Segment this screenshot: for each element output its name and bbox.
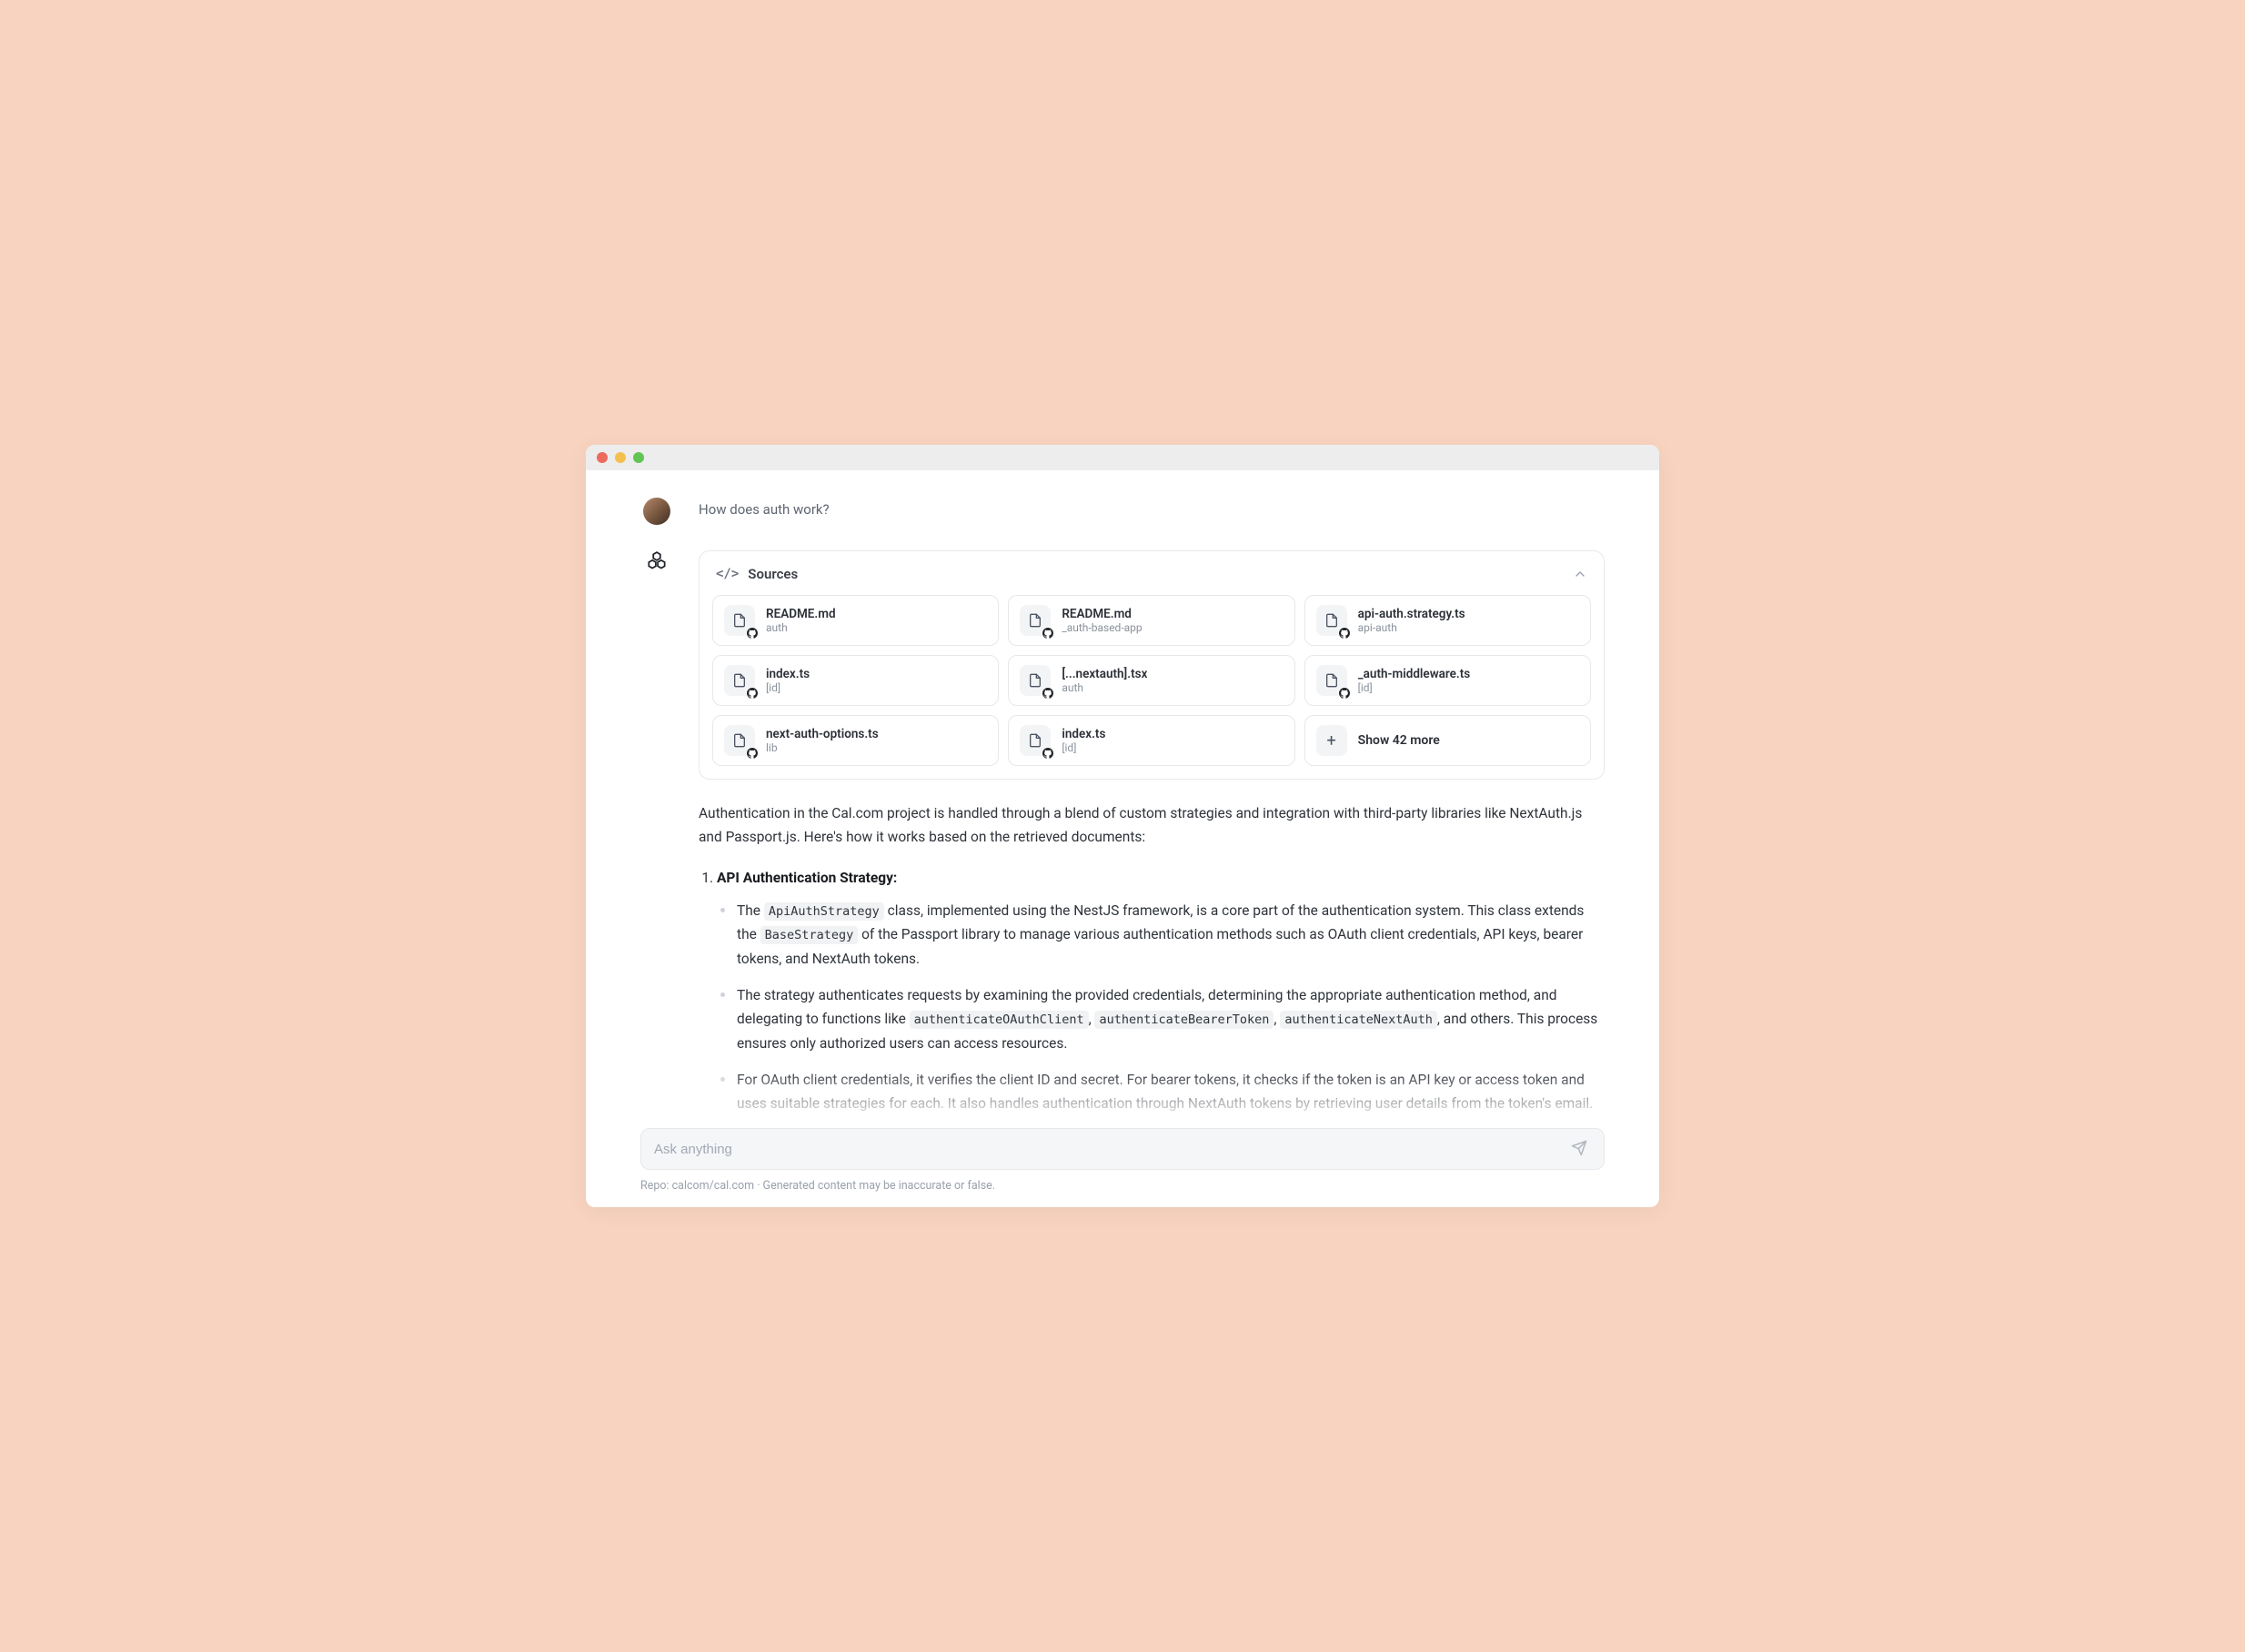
github-icon — [1338, 687, 1351, 700]
source-tile[interactable]: api-auth.strategy.tsapi-auth — [1304, 595, 1591, 646]
user-avatar — [643, 498, 670, 525]
user-question: How does auth work? — [699, 498, 1605, 518]
user-message-row: How does auth work? — [640, 498, 1605, 525]
file-icon — [724, 665, 755, 696]
code-icon: </> — [716, 567, 739, 581]
source-path: auth — [1062, 681, 1147, 694]
file-icon — [1020, 605, 1051, 636]
file-icon — [1316, 665, 1347, 696]
answer-bullet: The ApiAuthStrategy class, implemented u… — [737, 899, 1605, 971]
source-filename: api-auth.strategy.ts — [1358, 607, 1465, 621]
input-area: Repo: calcom/cal.com · Generated content… — [640, 1128, 1605, 1193]
file-icon — [1020, 725, 1051, 756]
source-tile[interactable]: README.mdauth — [712, 595, 999, 646]
github-icon — [746, 627, 759, 640]
code-inline: authenticateNextAuth — [1280, 1011, 1437, 1029]
file-icon — [1020, 665, 1051, 696]
source-tile[interactable]: README.md_auth-based-app — [1008, 595, 1294, 646]
close-window-button[interactable] — [597, 452, 608, 463]
source-filename: README.md — [1062, 607, 1142, 621]
maximize-window-button[interactable] — [633, 452, 644, 463]
source-tile[interactable]: index.ts[id] — [1008, 715, 1294, 766]
sources-panel: </> Sources README.mdauthREADME.md_auth-… — [699, 550, 1605, 780]
sources-title: Sources — [748, 566, 798, 582]
sources-header[interactable]: </> Sources — [712, 566, 1591, 595]
source-filename: README.md — [766, 607, 836, 621]
assistant-logo-icon — [645, 550, 669, 574]
minimize-window-button[interactable] — [615, 452, 626, 463]
source-path: [id] — [766, 681, 810, 694]
code-inline: authenticateOAuthClient — [910, 1011, 1089, 1029]
source-filename: index.ts — [1062, 727, 1105, 741]
show-more-sources[interactable]: + Show 42 more — [1304, 715, 1591, 766]
source-path: lib — [766, 741, 879, 754]
plus-icon: + — [1316, 725, 1347, 756]
show-more-label: Show 42 more — [1358, 733, 1440, 748]
file-icon — [724, 605, 755, 636]
chevron-up-icon — [1573, 567, 1587, 581]
source-filename: [...nextauth].tsx — [1062, 667, 1147, 681]
github-icon — [1042, 687, 1054, 700]
section-title: API Authentication Strategy: — [717, 870, 897, 886]
answer-intro: Authentication in the Cal.com project is… — [699, 801, 1605, 850]
ask-input[interactable] — [654, 1142, 1567, 1157]
source-filename: index.ts — [766, 667, 810, 681]
source-path: api-auth — [1358, 621, 1465, 634]
source-tile[interactable]: [...nextauth].tsxauth — [1008, 655, 1294, 706]
source-path: [id] — [1062, 741, 1105, 754]
source-tile[interactable]: next-auth-options.tslib — [712, 715, 999, 766]
code-inline: ApiAuthStrategy — [764, 902, 884, 921]
answer-section: API Authentication Strategy: The ApiAuth… — [717, 866, 1605, 1116]
content-area: How does auth work? </> Sources — [586, 470, 1659, 1207]
answer-bullet: For OAuth client credentials, it verifie… — [737, 1068, 1605, 1116]
source-path: _auth-based-app — [1062, 621, 1142, 634]
source-filename: next-auth-options.ts — [766, 727, 879, 741]
assistant-answer: Authentication in the Cal.com project is… — [699, 801, 1605, 1116]
file-icon — [1316, 605, 1347, 636]
send-icon — [1571, 1140, 1587, 1156]
window-titlebar — [586, 445, 1659, 470]
source-path: auth — [766, 621, 836, 634]
send-button[interactable] — [1567, 1136, 1591, 1163]
ask-input-container — [640, 1128, 1605, 1170]
github-icon — [1042, 627, 1054, 640]
github-icon — [746, 687, 759, 700]
sources-grid: README.mdauthREADME.md_auth-based-appapi… — [712, 595, 1591, 766]
source-filename: _auth-middleware.ts — [1358, 667, 1471, 681]
github-icon — [1042, 747, 1054, 760]
assistant-message-row: </> Sources README.mdauthREADME.md_auth-… — [640, 550, 1605, 1129]
answer-bullet: The strategy authenticates requests by e… — [737, 983, 1605, 1055]
github-icon — [1338, 627, 1351, 640]
file-icon — [724, 725, 755, 756]
github-icon — [746, 747, 759, 760]
source-tile[interactable]: _auth-middleware.ts[id] — [1304, 655, 1591, 706]
code-inline: authenticateBearerToken — [1094, 1011, 1274, 1029]
app-window: How does auth work? </> Sources — [586, 445, 1659, 1207]
footer-disclaimer: Repo: calcom/cal.com · Generated content… — [640, 1179, 1605, 1193]
code-inline: BaseStrategy — [760, 926, 859, 944]
source-path: [id] — [1358, 681, 1471, 694]
source-tile[interactable]: index.ts[id] — [712, 655, 999, 706]
